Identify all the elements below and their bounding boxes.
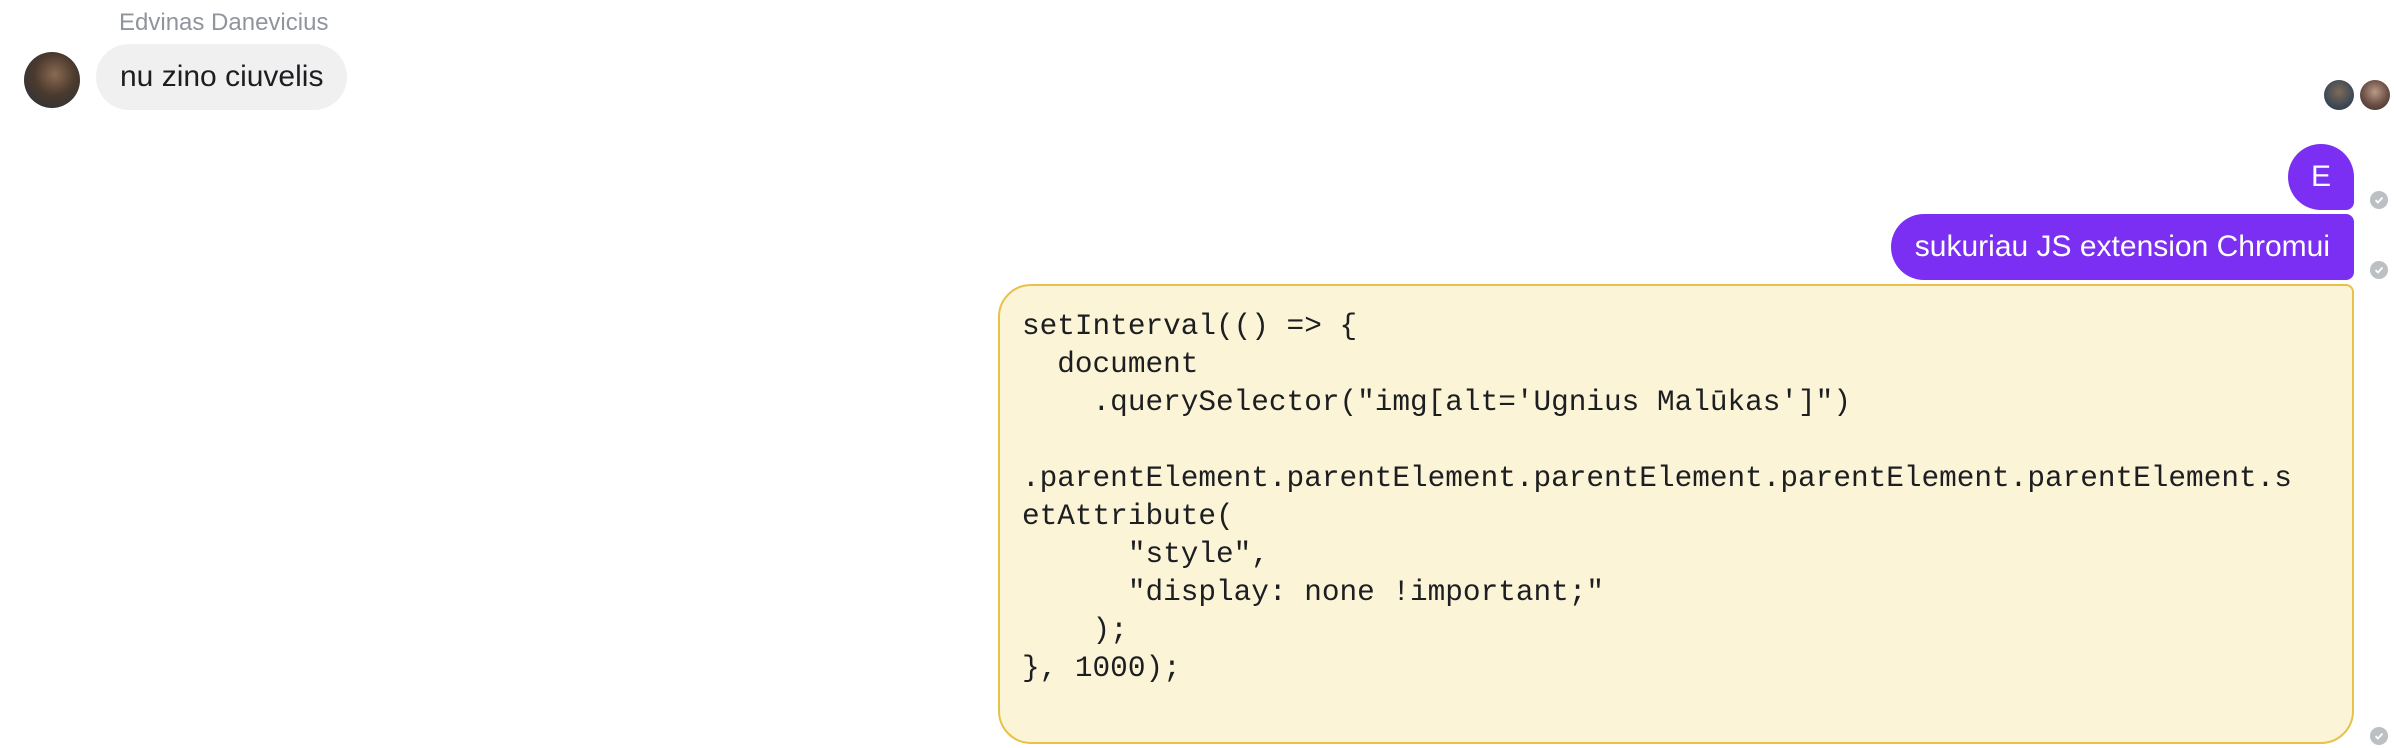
code-message-bubble[interactable]: setInterval(() => { document .querySelec…	[998, 284, 2354, 744]
outgoing-message-bubble[interactable]: E	[2288, 144, 2354, 210]
outgoing-message-bubble[interactable]: sukuriau JS extension Chromui	[1890, 214, 2354, 280]
code-line: );	[1022, 614, 1128, 647]
seen-avatars	[2324, 80, 2390, 110]
outgoing-message-text: sukuriau JS extension Chromui	[1914, 230, 2330, 263]
code-line: etAttribute(	[1022, 500, 1234, 533]
code-block: setInterval(() => { document .querySelec…	[1022, 308, 2330, 688]
sender-avatar[interactable]	[24, 52, 80, 108]
code-line: setInterval(() => {	[1022, 310, 1358, 343]
code-line: "style",	[1022, 538, 1269, 571]
seen-avatar	[2324, 80, 2354, 110]
sender-name: Edvinas Danevicius	[119, 9, 329, 36]
incoming-message-text: nu zino ciuvelis	[120, 60, 324, 93]
delivered-check-icon	[2370, 727, 2388, 745]
outgoing-message-text: E	[2310, 160, 2331, 193]
code-line: }, 1000);	[1022, 652, 1181, 685]
delivered-check-icon	[2370, 261, 2388, 279]
delivered-check-icon	[2370, 191, 2388, 209]
code-line: .querySelector("img[alt='Ugnius Malūkas'…	[1022, 386, 1851, 419]
code-line: document	[1022, 348, 1199, 381]
seen-avatar	[2360, 80, 2390, 110]
incoming-message-bubble[interactable]: nu zino ciuvelis	[96, 44, 348, 110]
code-line: .parentElement.parentElement.parentEleme…	[1022, 462, 2292, 495]
code-line: "display: none !important;"	[1022, 576, 1605, 609]
